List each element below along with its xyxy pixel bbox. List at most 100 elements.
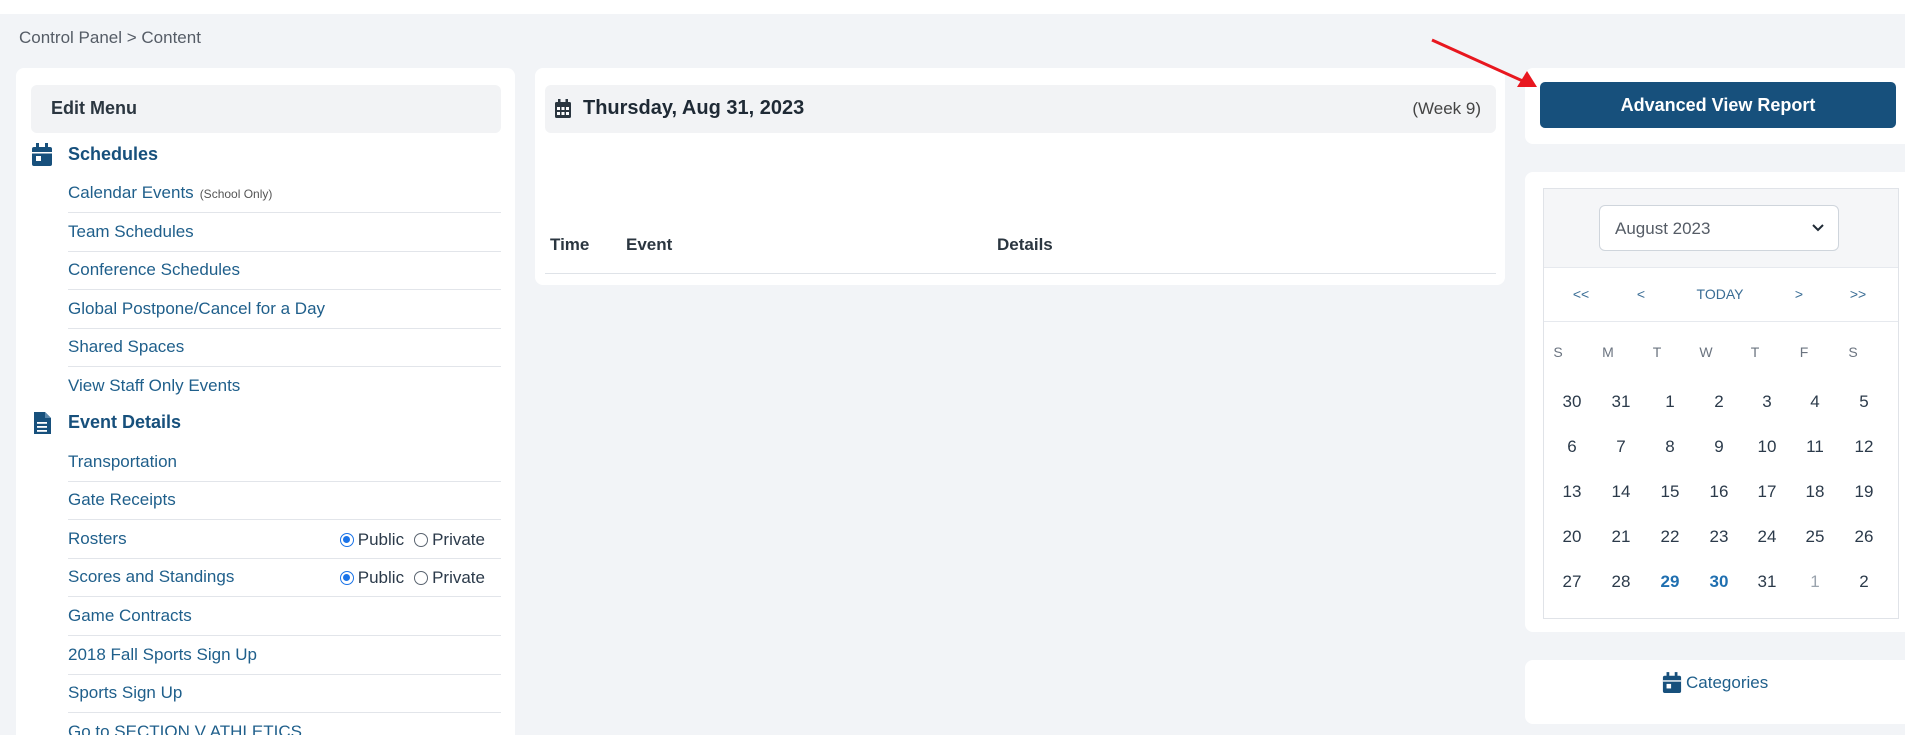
calendar-day[interactable]: 1 [1650, 392, 1690, 412]
sidebar-item-game-contracts[interactable]: Game Contracts [68, 598, 501, 636]
sports-signup-link[interactable]: Sports Sign Up [68, 683, 182, 703]
calendar-day[interactable]: 24 [1747, 527, 1787, 547]
date-bar: Thursday, Aug 31, 2023 (Week 9) [545, 85, 1496, 133]
scores-private-label[interactable]: Private [432, 568, 485, 588]
game-contracts-link[interactable]: Game Contracts [68, 606, 192, 626]
team-schedules-link[interactable]: Team Schedules [68, 222, 194, 242]
view-staff-events-link[interactable]: View Staff Only Events [68, 376, 240, 396]
section-v-link[interactable]: Go to SECTION V ATHLETICS [68, 722, 302, 735]
calendar-day[interactable]: 16 [1699, 482, 1739, 502]
transportation-link[interactable]: Transportation [68, 452, 177, 472]
sidebar-item-fall-signup[interactable]: 2018 Fall Sports Sign Up [68, 637, 501, 675]
calendar-day-highlight[interactable]: 29 [1650, 572, 1690, 592]
advanced-view-report-button[interactable]: Advanced View Report [1540, 82, 1896, 128]
scores-public-radio[interactable] [339, 571, 354, 585]
rosters-public-radio[interactable] [339, 533, 354, 547]
categories-link[interactable]: Categories [1662, 672, 1768, 694]
today-button[interactable]: TODAY [1697, 286, 1744, 302]
dow-label: T [1750, 344, 1760, 360]
dow-label: F [1799, 344, 1809, 360]
calendar-day[interactable]: 15 [1650, 482, 1690, 502]
calendar-day[interactable]: 18 [1795, 482, 1835, 502]
rosters-private-label[interactable]: Private [432, 530, 485, 550]
shared-spaces-link[interactable]: Shared Spaces [68, 337, 184, 357]
sidebar-item-transportation[interactable]: Transportation [68, 444, 501, 482]
calendar-day[interactable]: 12 [1844, 437, 1884, 457]
last-button[interactable]: >> [1850, 286, 1866, 302]
rosters-link[interactable]: Rosters [68, 529, 127, 549]
calendar-day[interactable]: 13 [1552, 482, 1592, 502]
rosters-visibility: Public Private [339, 530, 485, 550]
sidebar-item-sports-signup[interactable]: Sports Sign Up [68, 675, 501, 713]
gate-receipts-link[interactable]: Gate Receipts [68, 490, 176, 510]
section-event-details-label: Event Details [68, 412, 182, 432]
calendar-day[interactable]: 30 [1552, 392, 1592, 412]
first-button[interactable]: << [1573, 286, 1589, 302]
calendar-day[interactable]: 31 [1601, 392, 1641, 412]
edit-menu-header: Edit Menu [31, 85, 501, 133]
calendar-day[interactable]: 2 [1699, 392, 1739, 412]
global-postpone-link[interactable]: Global Postpone/Cancel for a Day [68, 299, 325, 319]
sidebar-item-scores-standings[interactable]: Scores and Standings Public Private [68, 559, 501, 597]
next-button[interactable]: > [1795, 286, 1803, 302]
calendar-day[interactable]: 27 [1552, 572, 1592, 592]
conference-schedules-link[interactable]: Conference Schedules [68, 260, 240, 280]
report-card: Advanced View Report [1525, 68, 1905, 144]
calendar-day[interactable]: 7 [1601, 437, 1641, 457]
day-events-panel: Thursday, Aug 31, 2023 (Week 9) Time Eve… [535, 68, 1505, 285]
sidebar-item-gate-receipts[interactable]: Gate Receipts [68, 482, 501, 520]
edit-menu-panel: Edit Menu Schedules Calendar Events (Scho… [16, 68, 515, 735]
calendar-day[interactable]: 10 [1747, 437, 1787, 457]
scores-standings-link[interactable]: Scores and Standings [68, 567, 234, 587]
sidebar-item-shared-spaces[interactable]: Shared Spaces [68, 329, 501, 367]
calendar-day-next-month[interactable]: 1 [1795, 572, 1835, 592]
column-header-event: Event [626, 235, 673, 254]
rosters-public-label[interactable]: Public [358, 530, 404, 550]
calendar-day[interactable]: 11 [1795, 437, 1835, 457]
prev-button[interactable]: < [1637, 286, 1645, 302]
school-only-note: (School Only) [199, 187, 273, 201]
sidebar-item-conference-schedules[interactable]: Conference Schedules [68, 252, 501, 290]
sidebar-item-calendar-events[interactable]: Calendar Events (School Only) [68, 175, 501, 213]
calendar-grid-icon [555, 99, 571, 118]
calendar-nav: << < TODAY > >> [1544, 267, 1898, 322]
calendar-events-label[interactable]: Calendar Events [68, 183, 194, 202]
calendar-day[interactable]: 14 [1601, 482, 1641, 502]
calendar-day[interactable]: 17 [1747, 482, 1787, 502]
calendar-day-highlight[interactable]: 30 [1699, 572, 1739, 592]
calendar-day[interactable]: 19 [1844, 482, 1884, 502]
sidebar-item-global-postpone[interactable]: Global Postpone/Cancel for a Day [68, 291, 501, 329]
calendar-day[interactable]: 28 [1601, 572, 1641, 592]
calendar-day[interactable]: 21 [1601, 527, 1641, 547]
fall-signup-link[interactable]: 2018 Fall Sports Sign Up [68, 645, 257, 665]
calendar-day[interactable]: 22 [1650, 527, 1690, 547]
calendar-day[interactable]: 3 [1747, 392, 1787, 412]
calendar-day[interactable]: 8 [1650, 437, 1690, 457]
categories-card: Categories [1525, 660, 1905, 724]
scores-private-radio[interactable] [414, 571, 429, 585]
calendar-day[interactable]: 5 [1844, 392, 1884, 412]
sidebar-item-section-v[interactable]: Go to SECTION V ATHLETICS [68, 714, 501, 735]
calendar-icon [32, 143, 52, 166]
calendar-day[interactable]: 6 [1552, 437, 1592, 457]
sidebar-item-rosters[interactable]: Rosters Public Private [68, 521, 501, 559]
scores-public-label[interactable]: Public [358, 568, 404, 588]
column-header-time: Time [550, 235, 590, 254]
sidebar-item-team-schedules[interactable]: Team Schedules [68, 214, 501, 252]
calendar-day[interactable]: 26 [1844, 527, 1884, 547]
month-select[interactable]: August 2023 [1599, 205, 1839, 251]
rosters-private-radio[interactable] [414, 533, 429, 547]
calendar-day-next-month[interactable]: 2 [1844, 572, 1884, 592]
sidebar-item-view-staff-events[interactable]: View Staff Only Events [68, 368, 501, 406]
calendar-days: S M T W T F S 30 31 1 2 3 4 5 6 7 8 9 10… [1544, 322, 1898, 618]
calendar-day[interactable]: 20 [1552, 527, 1592, 547]
calendar-day[interactable]: 4 [1795, 392, 1835, 412]
month-select-value[interactable]: August 2023 [1615, 219, 1710, 238]
dow-label: W [1699, 344, 1713, 360]
categories-label[interactable]: Categories [1686, 673, 1768, 693]
calendar-day[interactable]: 31 [1747, 572, 1787, 592]
table-divider [545, 273, 1496, 274]
calendar-day[interactable]: 25 [1795, 527, 1835, 547]
calendar-day[interactable]: 23 [1699, 527, 1739, 547]
calendar-day[interactable]: 9 [1699, 437, 1739, 457]
